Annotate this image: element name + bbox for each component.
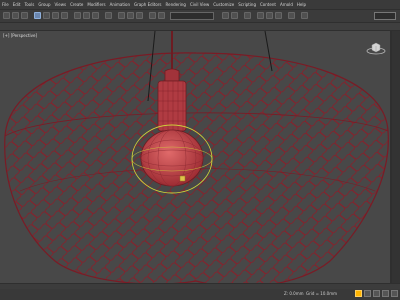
- scene-canvas[interactable]: [0, 31, 392, 283]
- menu-content[interactable]: Content: [260, 0, 276, 9]
- align-icon[interactable]: [158, 12, 165, 19]
- undo-icon[interactable]: [3, 12, 10, 19]
- render-setup-icon[interactable]: [257, 12, 264, 19]
- move-icon[interactable]: [74, 12, 81, 19]
- select-by-name-icon[interactable]: [43, 12, 50, 19]
- window-crossing-icon[interactable]: [61, 12, 68, 19]
- menu-rendering[interactable]: Rendering: [166, 0, 186, 9]
- pan-icon[interactable]: [373, 290, 380, 297]
- menu-arnold[interactable]: Arnold: [280, 0, 293, 9]
- ribbon: [0, 23, 400, 31]
- menu-graph-editors[interactable]: Graph Editors: [134, 0, 161, 9]
- percent-snap-icon[interactable]: [136, 12, 143, 19]
- rotate-icon[interactable]: [83, 12, 90, 19]
- menu-help[interactable]: Help: [297, 0, 306, 9]
- material-editor-icon[interactable]: [244, 12, 251, 19]
- perspective-viewport[interactable]: [+] [Perspective]: [0, 31, 392, 283]
- layer-explorer-icon[interactable]: [222, 12, 229, 19]
- menu-tools[interactable]: Tools: [24, 0, 34, 9]
- viewcube-icon[interactable]: [366, 41, 386, 55]
- redo-icon[interactable]: [12, 12, 19, 19]
- curve-editor-icon[interactable]: [231, 12, 238, 19]
- menu-edit[interactable]: Edit: [13, 0, 21, 9]
- menu-modifiers[interactable]: Modifiers: [87, 0, 105, 9]
- maximize-viewport-icon[interactable]: [391, 290, 398, 297]
- 3ds-max-window: File Edit Tools Group Views Create Modif…: [0, 0, 400, 300]
- select-icon[interactable]: [34, 12, 41, 19]
- menu-file[interactable]: File: [2, 0, 9, 9]
- menu-civil-view[interactable]: Civil View: [190, 0, 209, 9]
- search-input[interactable]: [374, 12, 396, 20]
- menu-animation[interactable]: Animation: [110, 0, 130, 9]
- command-panel-edge: [392, 31, 400, 283]
- named-selection-sets-dropdown[interactable]: [170, 12, 214, 20]
- status-bar: Z: 0.0mm Grid = 10.0mm: [0, 289, 400, 300]
- menu-customize[interactable]: Customize: [213, 0, 234, 9]
- menu-group[interactable]: Group: [38, 0, 50, 9]
- mirror-icon[interactable]: [149, 12, 156, 19]
- render-icon[interactable]: [275, 12, 282, 19]
- menu-bar: File Edit Tools Group Views Create Modif…: [0, 0, 400, 9]
- navigation-controls: [355, 290, 398, 297]
- link-icon[interactable]: [21, 12, 28, 19]
- angle-snap-icon[interactable]: [127, 12, 134, 19]
- coord-z[interactable]: Z: 0.0mm: [284, 291, 304, 296]
- auto-key-icon[interactable]: [355, 290, 362, 297]
- zoom-icon[interactable]: [364, 290, 371, 297]
- rectangle-selection-icon[interactable]: [52, 12, 59, 19]
- menu-create[interactable]: Create: [70, 0, 83, 9]
- orbit-icon[interactable]: [382, 290, 389, 297]
- menu-scripting[interactable]: Scripting: [238, 0, 256, 9]
- arnold-render-icon[interactable]: [288, 12, 295, 19]
- workspace-icon[interactable]: [301, 12, 308, 19]
- menu-views[interactable]: Views: [55, 0, 67, 9]
- main-toolbar: [0, 9, 400, 23]
- rendered-frame-window-icon[interactable]: [266, 12, 273, 19]
- reference-coordinate-icon[interactable]: [105, 12, 112, 19]
- scale-icon[interactable]: [92, 12, 99, 19]
- grid-size: Grid = 10.0mm: [306, 291, 337, 296]
- viewport-label[interactable]: [+] [Perspective]: [3, 33, 37, 38]
- snap-toggle-icon[interactable]: [118, 12, 125, 19]
